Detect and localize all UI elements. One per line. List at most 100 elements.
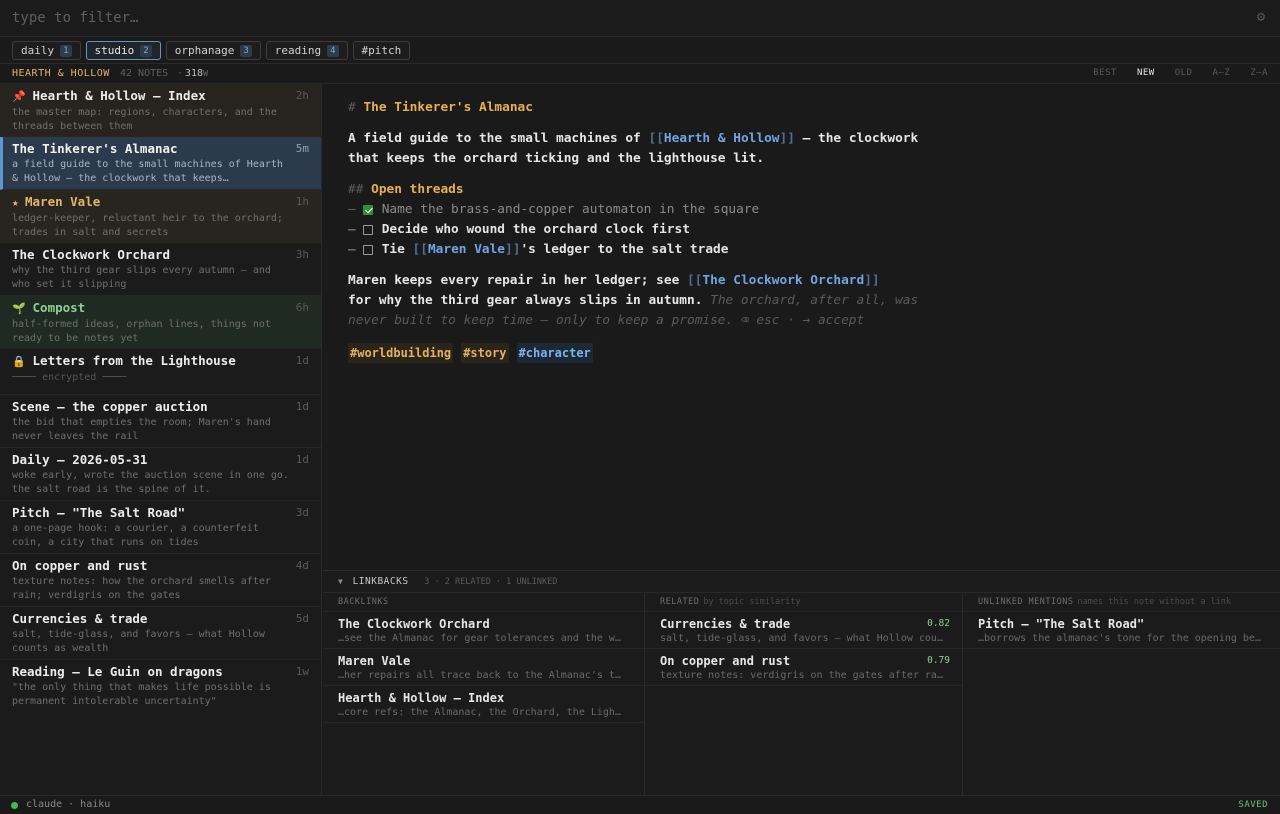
sort-best[interactable]: BEST — [1093, 68, 1117, 78]
backlinks-heading: BACKLINKS — [323, 594, 644, 612]
sort-z-a[interactable]: Z–A — [1250, 68, 1268, 78]
note-time: 1d — [295, 354, 309, 367]
heading-mark: # — [348, 100, 356, 115]
text-run: 's ledger to the salt trade — [520, 242, 729, 257]
list-dash: – — [348, 242, 356, 257]
list-dash: – — [348, 202, 356, 217]
similarity-score: 0.82 — [927, 618, 950, 629]
note-snippet: half-formed ideas, orphan lines, things … — [12, 319, 271, 344]
note-time: 3d — [295, 506, 309, 519]
tab-label: #pitch — [361, 44, 402, 57]
model-indicator[interactable]: claude · haiku — [26, 799, 110, 810]
note-snippet: ──── encrypted ──── — [12, 372, 127, 383]
linkbacks-title: LINKBACKS — [352, 576, 409, 587]
task-item: – Name the brass-and-copper automaton in … — [348, 200, 1255, 220]
note-title-text: Hearth & Hollow — Index — [32, 88, 206, 103]
note-snippet: the bid that empties the room; Maren's h… — [12, 417, 271, 442]
text-run: — the clockwork — [794, 131, 919, 146]
separator: · — [177, 68, 184, 79]
note-item[interactable]: Reading — Le Guin on dragons 1w "the onl… — [0, 660, 321, 713]
note-item[interactable]: Currencies & trade 5d salt, tide-glass, … — [0, 607, 321, 660]
sort-new[interactable]: NEW — [1137, 68, 1155, 78]
related-item[interactable]: On copper and rust 0.79 texture notes: v… — [645, 649, 962, 686]
editor-paragraph: Maren keeps every repair in her ledger; … — [348, 271, 1255, 331]
note-snippet: a field guide to the small machines of H… — [12, 159, 283, 184]
editor-paragraph: A field guide to the small machines of [… — [348, 129, 1255, 169]
subheading-text: Open threads — [371, 182, 464, 197]
related-item[interactable]: Currencies & trade 0.82 salt, tide-glass… — [645, 612, 962, 649]
note-item[interactable]: ★ Maren Vale 1h ledger-keeper, reluctant … — [0, 190, 321, 243]
list-dash: – — [348, 222, 356, 237]
backlink-item[interactable]: The Clockwork Orchard …see the Almanac f… — [323, 612, 644, 649]
text-run: Tie — [381, 242, 413, 257]
wiki-link[interactable]: Maren Vale — [428, 242, 505, 257]
collapse-triangle-icon[interactable]: ▼ — [338, 577, 343, 586]
link-bracket: ]] — [864, 273, 880, 288]
wiki-link[interactable]: The Clockwork Orchard — [702, 273, 864, 288]
backlink-item[interactable]: Hearth & Hollow — Index …core refs: the … — [323, 686, 644, 723]
note-title: Currencies & trade — [12, 611, 148, 626]
note-item[interactable]: Pitch — "The Salt Road" 3d a one-page ho… — [0, 501, 321, 554]
note-item[interactable]: 📌 Hearth & Hollow — Index 2h the master … — [0, 84, 321, 137]
task-text: Tie [[Maren Vale]]'s ledger to the salt … — [382, 240, 729, 260]
note-item[interactable]: 🌱 Compost 6h half-formed ideas, orphan l… — [0, 296, 321, 349]
tab-studio[interactable]: studio 2 — [85, 41, 161, 60]
tab-pitch[interactable]: #pitch — [352, 41, 411, 60]
note-title-text: Maren Vale — [25, 194, 101, 209]
note-snippet: why the third gear slips every autumn — … — [12, 265, 271, 290]
note-item[interactable]: Scene — the copper auction 1d the bid th… — [0, 395, 321, 448]
sort-old[interactable]: OLD — [1175, 68, 1193, 78]
note-time: 1d — [295, 453, 309, 466]
tab-daily[interactable]: daily 1 — [12, 41, 81, 60]
note-title: On copper and rust — [12, 558, 148, 573]
note-item[interactable]: The Clockwork Orchard 3h why the third g… — [0, 243, 321, 296]
wiki-link[interactable]: Hearth & Hollow — [664, 131, 780, 146]
note-title: ★ Maren Vale — [12, 194, 309, 211]
note-list: 📌 Hearth & Hollow — Index 2h the master … — [0, 84, 322, 795]
tag-story[interactable]: #story — [461, 343, 509, 363]
checkbox[interactable] — [362, 225, 373, 235]
note-snippet: texture notes: how the orchard smells af… — [12, 576, 271, 601]
filter-bar: ⚙ — [0, 0, 1280, 37]
unlinked-item[interactable]: Pitch — "The Salt Road" …borrows the alm… — [963, 612, 1280, 649]
linkbacks-header[interactable]: ▼ LINKBACKS 3 · 2 RELATED · 1 UNLINKED — [323, 571, 1280, 593]
related-title: Currencies & trade — [660, 617, 791, 631]
note-item[interactable]: Daily — 2026-05-31 1d woke early, wrote … — [0, 448, 321, 501]
vault-info-bar: HEARTH & HOLLOW 42 NOTES · 318W BEST NEW… — [0, 64, 1280, 84]
backlink-item[interactable]: Maren Vale …her repairs all trace back t… — [323, 649, 644, 686]
lock-icon: 🔒 — [12, 355, 26, 368]
note-time: 5m — [295, 142, 309, 155]
backlink-title: The Clockwork Orchard — [338, 617, 490, 631]
tab-label: daily — [21, 44, 55, 57]
settings-gear-icon[interactable]: ⚙ — [1254, 10, 1268, 24]
filter-input[interactable] — [0, 0, 1240, 36]
note-item[interactable]: 🔒 Letters from the Lighthouse 1d ──── en… — [0, 349, 321, 395]
sort-a-z[interactable]: A–Z — [1212, 68, 1230, 78]
backlink-snippet: …see the Almanac for gear tolerances and… — [338, 633, 621, 644]
related-column: RELATED by topic similarity Currencies & … — [645, 594, 963, 796]
note-count: 42 NOTES — [120, 68, 169, 79]
note-title: Reading — Le Guin on dragons — [12, 664, 223, 679]
task-text: Decide who wound the orchard clock first — [381, 222, 690, 237]
tab-count: 2 — [140, 44, 152, 57]
text-run: A field guide to the small machines of — [348, 131, 649, 146]
note-title: 🔒 Letters from the Lighthouse — [12, 353, 309, 370]
checkbox-checked[interactable] — [362, 205, 373, 215]
link-bracket: [[ — [648, 131, 664, 146]
tab-reading[interactable]: reading 4 — [265, 41, 348, 60]
tag-character[interactable]: #character — [516, 343, 593, 363]
tab-orphanage[interactable]: orphanage 3 — [165, 41, 261, 60]
note-snippet: the master map: regions, characters, and… — [12, 107, 277, 132]
note-item[interactable]: On copper and rust 4d texture notes: how… — [0, 554, 321, 607]
note-time: 6h — [295, 301, 309, 314]
tag-worldbuilding[interactable]: #worldbuilding — [348, 343, 454, 363]
note-item-selected[interactable]: The Tinkerer's Almanac 5m a field guide … — [0, 137, 321, 190]
similarity-score: 0.79 — [927, 655, 950, 666]
pin-icon: 📌 — [12, 90, 26, 103]
note-editor[interactable]: # The Tinkerer's Almanac A field guide t… — [323, 84, 1280, 570]
status-bar: claude · haiku SAVED — [0, 795, 1280, 814]
tag-list: #worldbuilding #story #character — [348, 343, 1255, 363]
related-hint: by topic similarity — [703, 597, 801, 607]
unlinked-snippet: …borrows the almanac's tone for the open… — [978, 633, 1261, 644]
checkbox[interactable] — [362, 245, 373, 255]
